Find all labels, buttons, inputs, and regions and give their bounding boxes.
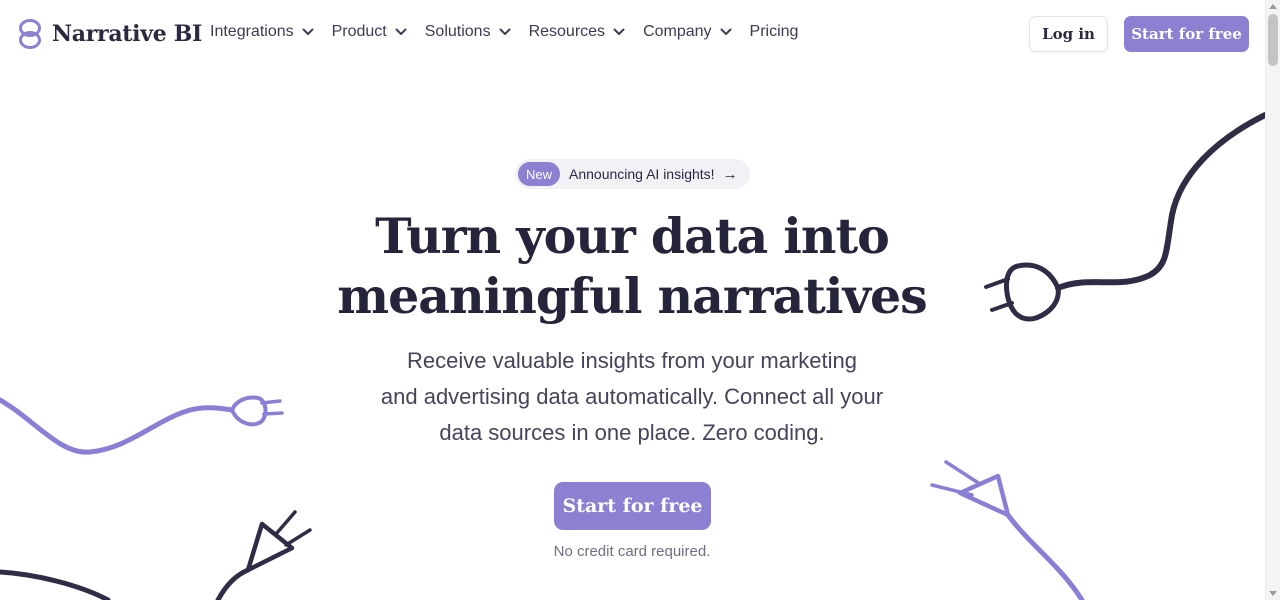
site-header: Narrative BI Integrations Product Soluti…	[0, 0, 1265, 68]
nav-item-label: Company	[643, 23, 712, 40]
subtext-line: data sources in one place. Zero coding.	[439, 420, 825, 445]
scroll-up-arrow-icon[interactable]	[1269, 4, 1277, 9]
logo-text: Narrative BI	[52, 21, 203, 47]
hero-headline: Turn your data into meaningful narrative…	[330, 206, 934, 326]
nav-item-company[interactable]: Company	[643, 23, 732, 41]
announcement-pill[interactable]: New Announcing AI insights! →	[515, 159, 750, 189]
nav-item-label: Pricing	[749, 23, 799, 40]
scroll-down-arrow-icon[interactable]	[1269, 591, 1277, 596]
nav-item-integrations[interactable]: Integrations	[210, 23, 314, 41]
no-credit-card-note: No credit card required.	[553, 543, 711, 560]
purple-plug-bottom-right	[930, 460, 1085, 600]
scrollbar-thumb[interactable]	[1268, 14, 1278, 66]
narrative-bi-logo-icon	[19, 19, 41, 49]
nav-item-pricing[interactable]: Pricing	[750, 23, 799, 41]
nav-item-label: Integrations	[210, 23, 294, 40]
hero-subtext: Receive valuable insights from your mark…	[340, 343, 924, 451]
arrow-right-icon: →	[722, 165, 738, 183]
nav-item-label: Product	[331, 23, 387, 40]
purple-plug-left	[0, 395, 284, 455]
headline-line: meaningful narratives	[337, 267, 928, 325]
vertical-scrollbar[interactable]	[1265, 0, 1280, 600]
chevron-down-icon	[302, 28, 314, 35]
login-button[interactable]: Log in	[1029, 16, 1108, 52]
subtext-line: Receive valuable insights from your mark…	[407, 348, 857, 373]
chevron-down-icon	[499, 28, 511, 35]
nav-item-resources[interactable]: Resources	[529, 23, 625, 41]
headline-line: Turn your data into	[375, 207, 890, 265]
dark-plug-top-right	[984, 112, 1265, 322]
nav-item-label: Resources	[528, 23, 606, 40]
chevron-down-icon	[395, 28, 407, 35]
chevron-down-icon	[720, 28, 732, 35]
nav-item-solutions[interactable]: Solutions	[425, 23, 511, 41]
new-badge: New	[518, 162, 561, 186]
nav-item-label: Solutions	[424, 23, 491, 40]
main-nav: Integrations Product Solutions Resources…	[210, 23, 816, 41]
start-free-hero-button[interactable]: Start for free	[554, 482, 711, 530]
announcement-text: Announcing AI insights!	[569, 166, 715, 182]
subtext-line: and advertising data automatically. Conn…	[380, 384, 884, 409]
start-free-header-button[interactable]: Start for free	[1124, 16, 1249, 52]
logo[interactable]: Narrative BI	[18, 18, 202, 50]
chevron-down-icon	[613, 28, 625, 35]
dark-plug-bottom-left	[0, 510, 312, 600]
nav-item-product[interactable]: Product	[332, 23, 407, 41]
